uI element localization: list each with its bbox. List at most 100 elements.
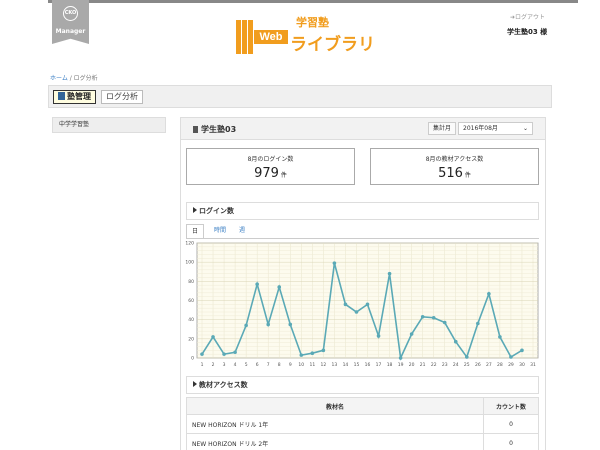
logo-title: ライブラリ — [290, 35, 375, 55]
data-point — [398, 356, 403, 360]
data-point — [288, 322, 293, 327]
stat-login-count: 8月のログイン数 979 件 — [186, 148, 355, 185]
data-point — [442, 320, 447, 325]
sidebar-item-school[interactable]: 中学学習塾 — [52, 117, 166, 133]
x-tick-label: 1 — [201, 362, 204, 368]
period-select[interactable]: 2016年08月 ⌄ — [458, 122, 533, 135]
x-tick-label: 9 — [289, 362, 292, 368]
top-border — [48, 0, 578, 3]
x-tick-label: 20 — [409, 362, 415, 368]
school-panel: 学生塾03 集計月 2016年08月 ⌄ 8月のログイン数 979 件 8月の教材… — [180, 117, 546, 450]
data-point — [420, 314, 425, 319]
manager-badge-logo-icon: CKO — [63, 6, 78, 21]
breadcrumb: ホーム / ログ分析 — [50, 73, 98, 82]
data-point — [509, 355, 513, 359]
y-tick-label: 80 — [188, 279, 194, 285]
x-tick-label: 26 — [475, 362, 481, 368]
x-tick-label: 5 — [245, 362, 248, 368]
x-tick-label: 30 — [519, 362, 525, 368]
stat-label: 8月の教材アクセス数 — [425, 156, 484, 163]
data-point — [343, 302, 348, 307]
y-tick-label: 60 — [188, 298, 194, 304]
sign-in-icon — [193, 381, 197, 387]
data-point — [354, 310, 359, 314]
data-point — [431, 315, 436, 320]
material-name: NEW HORIZON ドリル 2年 — [186, 433, 484, 450]
column-header-count: カウント数 — [483, 397, 539, 415]
nav-tab-log-analysis[interactable]: ログ分析 — [101, 90, 143, 104]
chart-tab-hour[interactable]: 時間 — [209, 224, 231, 239]
data-point — [321, 348, 326, 353]
y-tick-label: 120 — [185, 241, 194, 247]
section-title: ログイン数 — [199, 207, 234, 215]
period-select-value: 2016年08月 — [463, 125, 498, 132]
data-point — [498, 335, 502, 339]
breadcrumb-home[interactable]: ホーム — [50, 75, 68, 82]
x-tick-label: 4 — [234, 362, 237, 368]
x-tick-label: 2 — [212, 362, 215, 368]
logout-link[interactable]: ➜ログアウト — [510, 12, 545, 21]
tab-divider — [186, 238, 539, 239]
x-tick-label: 19 — [398, 362, 404, 368]
chart-tab-day[interactable]: 日 — [186, 224, 205, 239]
data-point — [453, 339, 458, 344]
data-point — [365, 302, 370, 307]
x-tick-label: 27 — [486, 362, 492, 368]
book-icon — [193, 126, 198, 133]
y-tick-label: 40 — [188, 317, 194, 323]
x-tick-label: 7 — [267, 362, 270, 368]
book-icon — [58, 92, 65, 100]
x-tick-label: 21 — [420, 362, 426, 368]
material-count: 0 — [483, 433, 539, 450]
nav-tab-school-management[interactable]: 塾管理 — [53, 90, 96, 104]
column-header-material: 教材名 — [186, 397, 484, 415]
y-tick-label: 0 — [191, 356, 194, 362]
table-row: NEW HORIZON ドリル 1年 0 — [186, 414, 539, 434]
data-point — [266, 322, 270, 327]
nav-tab-label: ログ分析 — [106, 92, 138, 101]
data-point — [520, 348, 524, 353]
data-point — [465, 355, 469, 359]
x-tick-label: 8 — [278, 362, 281, 368]
logout-label: ログアウト — [515, 14, 546, 21]
material-count: 0 — [483, 414, 539, 434]
data-point — [255, 282, 259, 287]
panel-title: 学生塾03 — [193, 124, 236, 135]
x-tick-label: 31 — [530, 362, 536, 368]
manager-badge: CKO Manager — [52, 0, 89, 44]
data-point — [476, 321, 480, 326]
login-section-header: ログイン数 — [186, 202, 539, 220]
main-nav: 塾管理 ログ分析 — [48, 85, 552, 108]
data-point — [299, 353, 304, 357]
user-name: 学生塾03 様 — [507, 28, 548, 36]
section-title: 教材アクセス数 — [199, 381, 248, 389]
data-point — [211, 335, 215, 339]
panel-header: 学生塾03 集計月 2016年08月 ⌄ — [181, 118, 545, 140]
data-point — [376, 334, 381, 338]
login-line-chart: 0204060801001201 2 3 4 5 6 7 8 9 10 11 12 13 14 15 16 17… — [185, 241, 539, 368]
web-library-logo: Web 学習塾 ライブラリ — [236, 14, 375, 56]
sign-in-icon — [193, 207, 197, 213]
data-point — [233, 350, 237, 355]
nav-tab-label: 塾管理 — [67, 92, 91, 101]
y-tick-label: 100 — [185, 260, 194, 266]
x-tick-label: 22 — [431, 362, 437, 368]
period-label: 集計月 — [428, 122, 457, 135]
chevron-down-icon: ⌄ — [522, 125, 528, 132]
material-section-header: 教材アクセス数 — [186, 376, 539, 394]
manager-badge-label: Manager — [55, 28, 86, 35]
logo-book-icon: Web — [236, 20, 288, 54]
x-tick-label: 16 — [365, 362, 371, 368]
x-tick-label: 15 — [354, 362, 360, 368]
chart-tab-week[interactable]: 週 — [234, 224, 250, 239]
x-tick-label: 17 — [376, 362, 382, 368]
x-tick-label: 6 — [256, 362, 259, 368]
x-tick-label: 18 — [387, 362, 393, 368]
logo-subtitle: 学習塾 — [296, 16, 329, 29]
breadcrumb-current: ログ分析 — [73, 75, 98, 82]
data-point — [387, 271, 392, 276]
x-tick-label: 14 — [343, 362, 349, 368]
data-point — [244, 323, 248, 328]
data-point — [332, 261, 337, 265]
material-name: NEW HORIZON ドリル 1年 — [186, 414, 484, 434]
